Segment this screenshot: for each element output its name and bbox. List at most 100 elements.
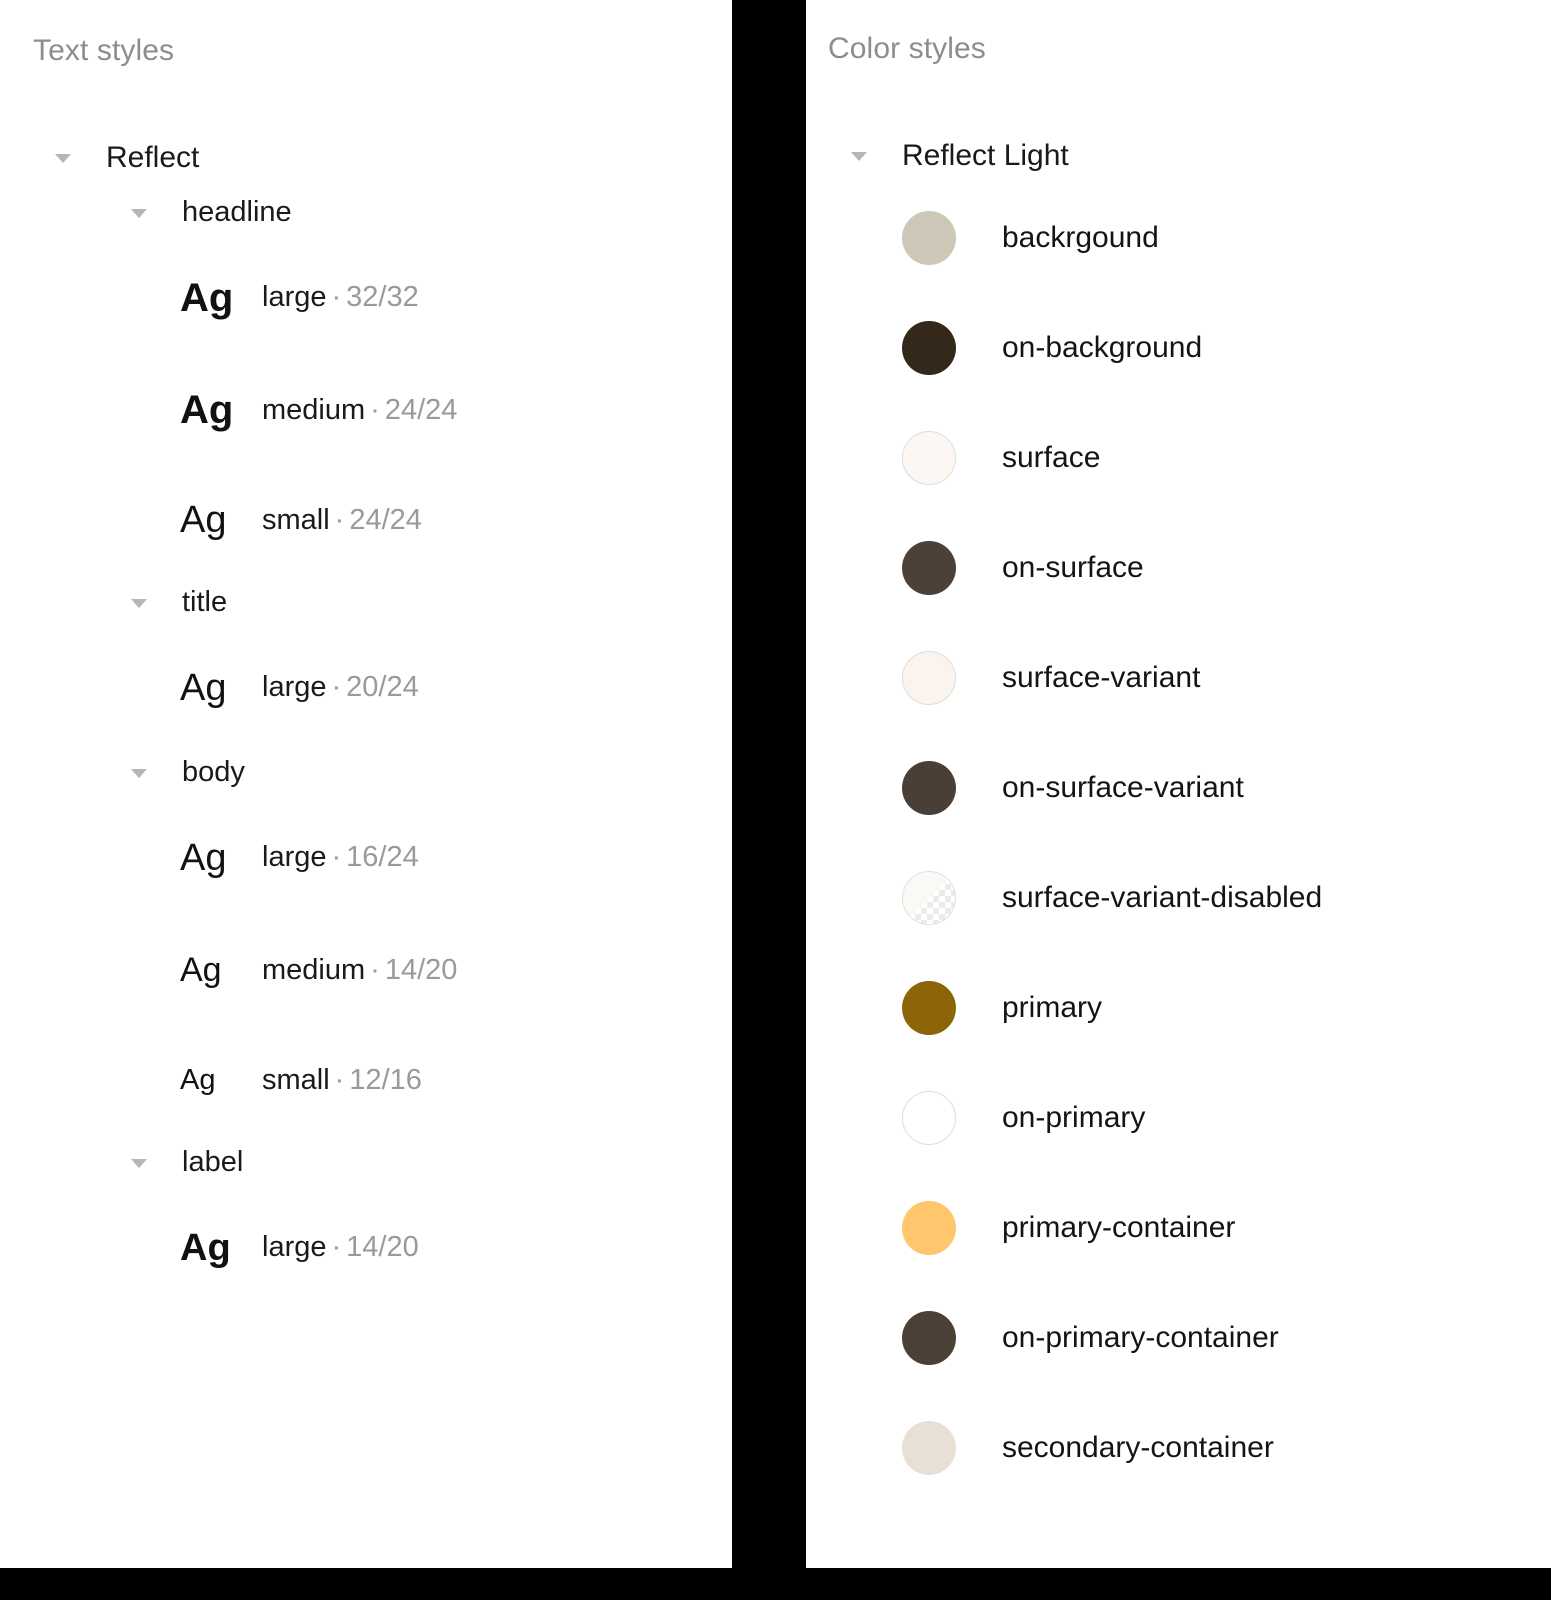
color-styles-tree: Reflect Light backrgound on-background s… <box>806 128 1551 1503</box>
color-swatch-icon[interactable] <box>902 1091 956 1145</box>
chevron-down-icon[interactable] <box>128 1152 150 1174</box>
color-swatch-icon[interactable] <box>902 1201 956 1255</box>
color-style-row[interactable]: secondary-container <box>806 1393 1551 1503</box>
color-style-row[interactable]: surface-variant-disabled <box>806 843 1551 953</box>
text-style-row[interactable]: Ag medium · 14/20 <box>0 915 732 1025</box>
color-style-name: primary <box>1002 991 1103 1024</box>
text-style-row[interactable]: Ag small · 12/16 <box>0 1025 732 1135</box>
color-swatch-icon[interactable] <box>902 1421 956 1475</box>
tree-group-reflect[interactable]: Reflect <box>0 130 732 185</box>
text-style-separator: · <box>370 393 380 426</box>
chevron-down-icon[interactable] <box>52 147 74 169</box>
text-style-meta: medium · 14/20 <box>262 954 457 987</box>
text-style-row[interactable]: Ag large · 20/24 <box>0 630 732 745</box>
color-style-name: secondary-container <box>1002 1431 1274 1464</box>
color-swatch-icon[interactable] <box>902 981 956 1035</box>
text-style-dimensions: 32/32 <box>346 281 419 313</box>
color-style-name: on-primary-container <box>1002 1321 1279 1354</box>
chevron-down-icon[interactable] <box>128 592 150 614</box>
text-style-dimensions: 14/20 <box>346 1231 419 1263</box>
text-style-dimensions: 14/20 <box>384 953 458 986</box>
text-style-row[interactable]: Ag medium · 24/24 <box>0 355 732 465</box>
color-swatch-icon[interactable] <box>902 761 956 815</box>
color-style-row[interactable]: backrgound <box>806 183 1551 293</box>
chevron-down-icon[interactable] <box>128 762 150 784</box>
color-style-name: on-background <box>1002 331 1203 364</box>
color-style-row[interactable]: on-surface-variant <box>806 733 1551 843</box>
text-style-name: large <box>262 671 327 703</box>
tree-group-reflect-light[interactable]: Reflect Light <box>806 128 1551 183</box>
text-style-separator: · <box>331 1231 342 1263</box>
color-swatch-icon[interactable] <box>902 871 956 925</box>
text-style-meta: medium · 24/24 <box>262 394 457 427</box>
tree-group-label: Reflect <box>106 140 200 174</box>
tree-group-label: Reflect Light <box>902 138 1069 172</box>
color-style-row[interactable]: on-primary-container <box>806 1283 1551 1393</box>
text-style-separator: · <box>331 671 342 703</box>
tree-group-label: headline <box>182 196 292 228</box>
color-styles-panel: Color styles Reflect Light backrgound on… <box>806 0 1551 1568</box>
tree-group-label: title <box>182 586 228 618</box>
text-style-row[interactable]: Ag small · 24/24 <box>0 465 732 575</box>
text-style-separator: · <box>331 281 342 313</box>
text-style-dimensions: 24/24 <box>349 503 422 536</box>
text-style-dimensions: 12/16 <box>349 1063 422 1096</box>
text-style-name: medium <box>262 953 366 986</box>
text-style-meta: small · 24/24 <box>262 504 422 537</box>
text-style-row[interactable]: Ag large · 14/20 <box>0 1190 732 1305</box>
text-style-separator: · <box>370 953 380 986</box>
color-style-name: on-primary <box>1002 1101 1146 1134</box>
tree-group-label-group[interactable]: label <box>0 1135 732 1190</box>
color-style-row[interactable]: surface-variant <box>806 623 1551 733</box>
text-style-meta: large · 14/20 <box>262 1231 419 1264</box>
tree-group-title[interactable]: title <box>0 575 732 630</box>
color-styles-panel-title: Color styles <box>828 32 986 65</box>
color-swatch-icon[interactable] <box>902 651 956 705</box>
color-style-row[interactable]: primary-container <box>806 1173 1551 1283</box>
color-swatch-icon[interactable] <box>902 1311 956 1365</box>
text-style-name: medium <box>262 393 366 426</box>
text-style-row[interactable]: Ag large · 16/24 <box>0 800 732 915</box>
tree-group-headline[interactable]: headline <box>0 185 732 240</box>
chevron-down-icon[interactable] <box>848 145 870 167</box>
text-style-name: small <box>262 503 330 536</box>
color-swatch-icon[interactable] <box>902 431 956 485</box>
type-sample-glyph: Ag <box>180 836 227 879</box>
text-styles-panel: Text styles Reflect headline Ag large · 32… <box>0 0 732 1568</box>
color-style-row[interactable]: on-surface <box>806 513 1551 623</box>
text-style-dimensions: 20/24 <box>346 671 419 703</box>
color-style-row[interactable]: on-background <box>806 293 1551 403</box>
text-styles-panel-title: Text styles <box>33 34 175 67</box>
text-styles-tree: Reflect headline Ag large · 32/32 Ag mediu… <box>0 130 732 1305</box>
color-swatch-icon[interactable] <box>902 541 956 595</box>
text-style-row[interactable]: Ag large · 32/32 <box>0 240 732 355</box>
text-style-dimensions: 16/24 <box>346 841 419 873</box>
color-swatch-icon[interactable] <box>902 321 956 375</box>
color-style-name: primary-container <box>1002 1211 1236 1244</box>
color-style-name: surface-variant <box>1002 661 1201 694</box>
type-sample-glyph: Ag <box>180 1226 231 1269</box>
text-style-name: large <box>262 841 327 873</box>
type-sample-glyph: Ag <box>180 666 227 709</box>
text-style-separator: · <box>334 1063 345 1096</box>
text-style-meta: large · 16/24 <box>262 841 419 874</box>
tree-group-label: body <box>182 756 245 788</box>
color-swatch-icon[interactable] <box>902 211 956 265</box>
type-sample-glyph: Ag <box>180 951 222 989</box>
color-style-name: on-surface <box>1002 551 1144 584</box>
color-style-name: surface-variant-disabled <box>1002 881 1323 914</box>
tree-group-label: label <box>182 1146 244 1178</box>
type-sample-glyph: Ag <box>180 1063 216 1096</box>
color-style-name: surface <box>1002 441 1101 474</box>
color-style-name: backrgound <box>1002 221 1159 254</box>
chevron-down-icon[interactable] <box>128 202 150 224</box>
type-sample-glyph: Ag <box>180 499 227 541</box>
text-style-dimensions: 24/24 <box>384 393 458 426</box>
text-style-separator: · <box>331 841 342 873</box>
text-style-name: large <box>262 281 327 313</box>
text-style-name: large <box>262 1231 327 1263</box>
color-style-row[interactable]: primary <box>806 953 1551 1063</box>
color-style-row[interactable]: on-primary <box>806 1063 1551 1173</box>
tree-group-body[interactable]: body <box>0 745 732 800</box>
color-style-row[interactable]: surface <box>806 403 1551 513</box>
